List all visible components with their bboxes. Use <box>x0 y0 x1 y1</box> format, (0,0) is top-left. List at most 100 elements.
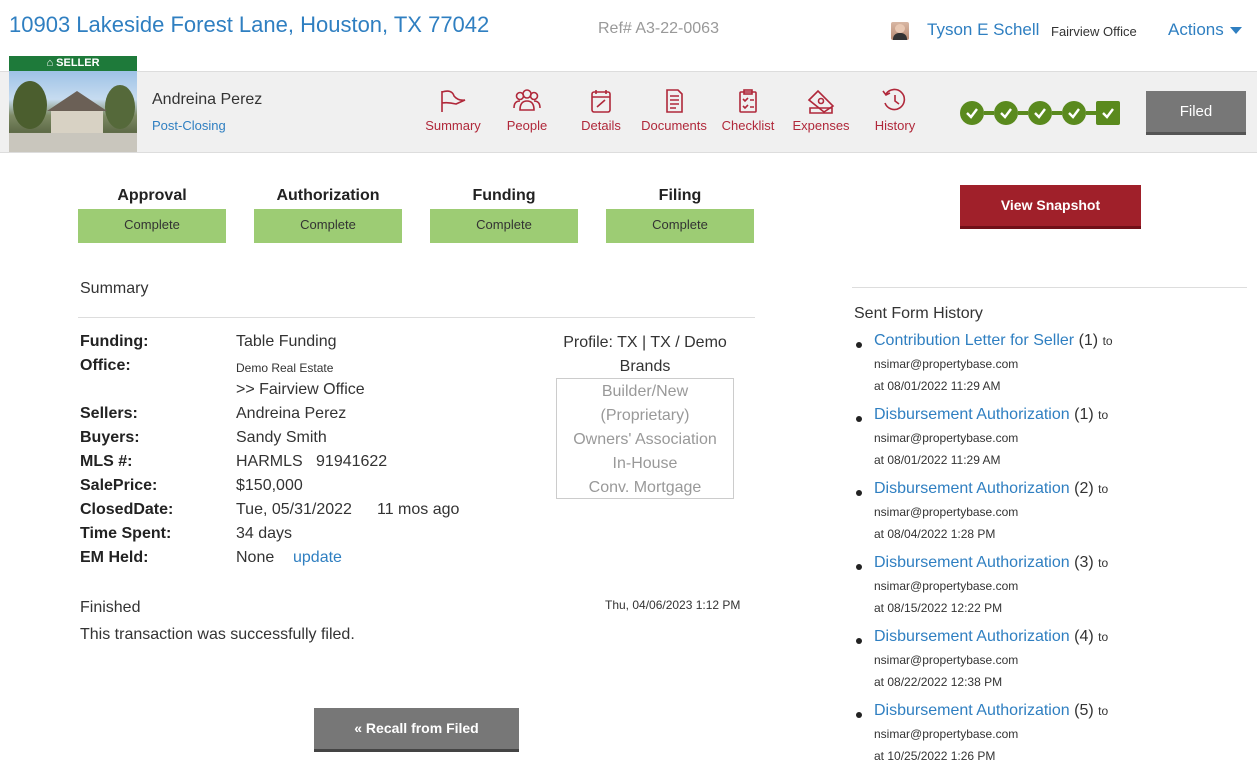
recipient-email: nsimar@propertybase.com <box>874 727 1019 741</box>
checklist-icon <box>739 89 757 113</box>
profile-options-list[interactable]: Builder/New (Proprietary) Owners' Associ… <box>556 378 734 499</box>
form-link[interactable]: Disbursement Authorization <box>874 480 1070 497</box>
agent-avatar <box>891 22 909 40</box>
filed-button[interactable]: Filed <box>1146 91 1246 135</box>
divider <box>852 287 1247 288</box>
progress-tracker <box>960 100 1120 126</box>
status-badge: Complete <box>430 209 578 243</box>
recall-from-filed-button[interactable]: « Recall from Filed <box>314 708 519 752</box>
time-spent-value: 34 days <box>236 525 293 542</box>
client-name: Andreina Perez <box>152 91 263 108</box>
profile-option[interactable]: Builder/New <box>557 380 733 404</box>
sent-timestamp: at 08/04/2022 1:28 PM <box>874 527 996 541</box>
status-funding: Funding Complete <box>430 187 578 243</box>
status-title: Approval <box>117 187 187 204</box>
funding-value: Table Funding <box>236 333 337 350</box>
transaction-status-link[interactable]: Post-Closing <box>152 118 226 133</box>
nav-people-label: People <box>506 118 548 133</box>
profile-option[interactable]: Owners' Association <box>557 428 733 452</box>
history-icon <box>882 88 906 111</box>
to-label: to <box>1098 704 1109 718</box>
expenses-icon <box>807 89 835 114</box>
status-title: Filing <box>658 187 702 204</box>
flag-icon <box>441 90 466 112</box>
nav-expenses-label: Expenses <box>792 118 850 133</box>
em-held-update-link[interactable]: update <box>293 549 342 567</box>
nav-expenses[interactable]: Expenses <box>784 88 858 133</box>
finished-message: This transaction was successfully filed. <box>80 626 355 643</box>
actions-dropdown[interactable]: Actions <box>1168 20 1242 40</box>
form-link[interactable]: Disbursement Authorization <box>874 554 1070 571</box>
nav-documents[interactable]: Documents <box>637 88 711 133</box>
nav-summary[interactable]: Summary <box>416 88 490 133</box>
form-count: (2) <box>1074 480 1094 497</box>
documents-icon <box>666 89 683 113</box>
mls-label: MLS #: <box>80 453 133 470</box>
home-icon: ⌂ <box>46 57 54 69</box>
to-label: to <box>1098 482 1109 496</box>
nav-checklist-label: Checklist <box>721 118 775 133</box>
checkmark-icon <box>1000 108 1012 119</box>
saleprice-value: $150,000 <box>236 477 303 494</box>
checkmark-icon <box>1068 108 1080 119</box>
chevron-down-icon <box>1229 26 1242 34</box>
status-badge: Complete <box>254 209 402 243</box>
status-badge: Complete <box>78 209 226 243</box>
progress-step-final <box>1096 101 1120 125</box>
sent-timestamp: at 08/01/2022 11:29 AM <box>874 379 1001 393</box>
form-link[interactable]: Disbursement Authorization <box>874 702 1070 719</box>
buyers-label: Buyers: <box>80 429 140 446</box>
details-icon <box>591 90 611 113</box>
form-link[interactable]: Contribution Letter for Seller <box>874 332 1074 349</box>
office-label: Office: <box>80 357 131 374</box>
progress-step-complete <box>960 101 984 125</box>
nav-details-label: Details <box>581 118 621 133</box>
form-count: (5) <box>1074 702 1094 719</box>
profile-option[interactable]: Conv. Mortgage <box>557 476 733 500</box>
sent-timestamp: at 08/15/2022 12:22 PM <box>874 601 1003 615</box>
sellers-label: Sellers: <box>80 405 138 422</box>
office-branch-value: >> Fairview Office <box>236 381 365 398</box>
profile-option[interactable]: (Proprietary) <box>557 404 733 428</box>
mls-value: HARMLS 91941622 <box>236 453 388 470</box>
property-address[interactable]: 10903 Lakeside Forest Lane, Houston, TX … <box>9 12 489 38</box>
nav-details[interactable]: Details <box>564 88 638 133</box>
progress-step-complete <box>994 101 1018 125</box>
closed-date-ago: 11 mos ago <box>377 501 460 518</box>
to-label: to <box>1098 630 1109 644</box>
seller-tag-label: SELLER <box>56 57 100 69</box>
property-photo[interactable] <box>9 71 137 152</box>
agent-name-link[interactable]: Tyson E Schell <box>927 20 1039 40</box>
checkmark-icon <box>966 108 978 119</box>
form-count: (1) <box>1074 406 1094 423</box>
em-held-value: None <box>236 549 275 566</box>
finished-date: Thu, 04/06/2023 1:12 PM <box>605 598 741 612</box>
sent-timestamp: at 08/01/2022 11:29 AM <box>874 453 1001 467</box>
divider <box>78 317 755 318</box>
summary-heading: Summary <box>80 280 149 297</box>
view-snapshot-button[interactable]: View Snapshot <box>960 185 1141 229</box>
recipient-email: nsimar@propertybase.com <box>874 431 1019 445</box>
form-link[interactable]: Disbursement Authorization <box>874 628 1070 645</box>
closed-date-value: Tue, 05/31/2022 <box>236 501 352 518</box>
reference-number: Ref# A3-22-0063 <box>598 20 719 37</box>
checkmark-icon <box>1102 108 1114 119</box>
nav-checklist[interactable]: Checklist <box>711 88 785 133</box>
recipient-email: nsimar@propertybase.com <box>874 357 1019 371</box>
to-label: to <box>1102 334 1113 348</box>
profile-option[interactable]: In-House <box>557 452 733 476</box>
nav-history[interactable]: History <box>858 88 932 133</box>
status-title: Authorization <box>276 187 380 204</box>
sent-timestamp: at 10/25/2022 1:26 PM <box>874 749 996 763</box>
recipient-email: nsimar@propertybase.com <box>874 505 1019 519</box>
nav-people[interactable]: People <box>490 88 564 133</box>
to-label: to <box>1098 408 1109 422</box>
sent-timestamp: at 08/22/2022 12:38 PM <box>874 675 1003 689</box>
status-approval: Approval Complete <box>78 187 226 243</box>
page-header: 10903 Lakeside Forest Lane, Houston, TX … <box>0 0 1257 56</box>
form-count: (1) <box>1078 332 1099 349</box>
form-link[interactable]: Disbursement Authorization <box>874 406 1070 423</box>
nav-summary-label: Summary <box>425 118 481 133</box>
profile-label: Profile: TX | TX / Demo Brands <box>563 334 727 375</box>
status-filing: Filing Complete <box>606 187 754 243</box>
